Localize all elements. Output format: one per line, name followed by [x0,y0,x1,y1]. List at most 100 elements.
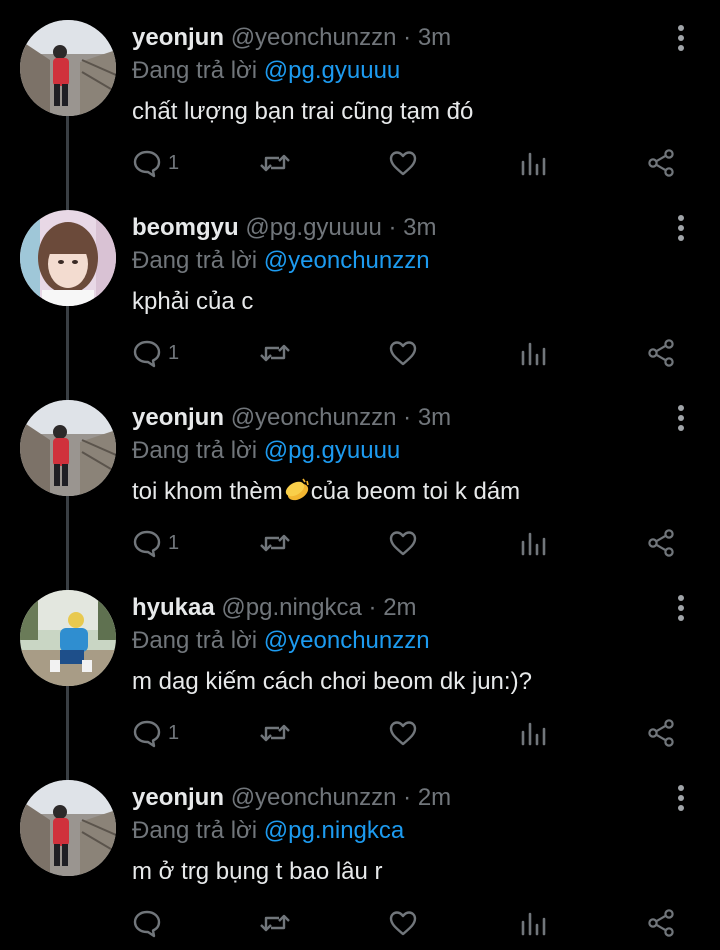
user-handle[interactable]: @yeonchunzzn [231,24,397,51]
retweet-button[interactable] [258,906,292,940]
heart-icon [389,531,417,556]
tweet-header: yeonjun @yeonchunzzn · 2m [132,780,451,816]
user-handle[interactable]: @yeonchunzzn [231,404,397,431]
tweet-header: yeonjun @yeonchunzzn · 3m [132,20,451,56]
more-options-button[interactable] [666,22,696,54]
tweet-text: m ở trg bụng t bao lâu r [132,858,383,885]
retweet-icon [260,724,290,742]
tweet[interactable]: yeonjun @yeonchunzzn · 2m Đang trả lời @… [0,760,720,950]
views-button[interactable] [518,906,548,940]
more-options-button[interactable] [666,782,696,814]
retweet-button[interactable] [258,336,292,370]
reply-count: 1 [168,531,180,554]
heart-icon [389,721,417,746]
tweet-text: chất lượng bạn trai cũng tạm đó [132,98,474,125]
avatar[interactable] [20,780,116,876]
retweet-button[interactable] [258,526,292,560]
tweet-header: yeonjun @yeonchunzzn · 3m [132,400,451,436]
replying-to-line: Đang trả lời @pg.gyuuuu [132,54,400,88]
retweet-button[interactable] [258,146,292,180]
like-button[interactable] [388,336,418,370]
comment-bubble-icon [133,720,161,748]
mention-link[interactable]: @pg.ningkca [264,817,404,844]
separator-dot: · [388,214,397,241]
share-button[interactable] [646,336,676,370]
heart-icon [389,911,417,936]
replying-to-label: Đang trả lời [132,817,258,844]
like-button[interactable] [388,146,418,180]
more-options-button[interactable] [666,212,696,244]
bar-chart-icon [521,722,546,746]
tweet[interactable]: yeonjun @yeonchunzzn · 3m Đang trả lời @… [0,0,720,212]
replying-to-label: Đang trả lời [132,247,258,274]
retweet-icon [260,154,290,172]
mention-link[interactable]: @yeonchunzzn [264,627,430,654]
mention-link[interactable]: @yeonchunzzn [264,247,430,274]
share-button[interactable] [646,906,676,940]
mention-link[interactable]: @pg.gyuuuu [264,57,400,84]
retweet-button[interactable] [258,716,292,750]
replying-to-line: Đang trả lời @pg.gyuuuu [132,434,400,468]
replying-to-label: Đang trả lời [132,627,258,654]
display-name[interactable]: yeonjun [132,784,224,811]
reply-button[interactable]: 1 [132,336,179,370]
timestamp[interactable]: 3m [418,404,451,431]
action-bar: 1 [132,716,692,750]
user-handle[interactable]: @pg.gyuuuu [245,214,381,241]
separator-dot: · [368,594,377,621]
reply-button[interactable]: 1 [132,146,179,180]
separator-dot: · [403,404,412,431]
like-button[interactable] [388,906,418,940]
timestamp[interactable]: 3m [403,214,436,241]
share-icon [648,719,674,747]
views-button[interactable] [518,716,548,750]
retweet-icon [260,344,290,362]
comment-bubble-icon [133,910,161,938]
display-name[interactable]: yeonjun [132,404,224,431]
timestamp[interactable]: 2m [418,784,451,811]
reply-button[interactable] [132,906,168,940]
share-button[interactable] [646,526,676,560]
more-options-button[interactable] [666,402,696,434]
user-handle[interactable]: @pg.ningkca [221,594,361,621]
avatar[interactable] [20,210,116,306]
display-name[interactable]: yeonjun [132,24,224,51]
avatar[interactable] [20,590,116,686]
tweet[interactable]: hyukaa @pg.ningkca · 2m Đang trả lời @ye… [0,570,720,782]
bar-chart-icon [521,342,546,366]
separator-dot: · [403,24,412,51]
views-button[interactable] [518,336,548,370]
tweet[interactable]: yeonjun @yeonchunzzn · 3m Đang trả lời @… [0,380,720,592]
reply-button[interactable]: 1 [132,526,179,560]
avatar[interactable] [20,400,116,496]
like-button[interactable] [388,526,418,560]
reply-thread: yeonjun @yeonchunzzn · 3m Đang trả lời @… [0,0,720,938]
display-name[interactable]: hyukaa [132,594,215,621]
reply-count: 1 [168,151,180,174]
share-icon [648,339,674,367]
more-vertical-icon [678,405,684,431]
share-button[interactable] [646,716,676,750]
replying-to-line: Đang trả lời @yeonchunzzn [132,624,430,658]
tweet-header: hyukaa @pg.ningkca · 2m [132,590,417,626]
reply-button[interactable]: 1 [132,716,179,750]
like-button[interactable] [388,716,418,750]
tweet[interactable]: beomgyu @pg.gyuuuu · 3m Đang trả lời @ye… [0,190,720,402]
share-icon [648,909,674,937]
views-button[interactable] [518,526,548,560]
views-button[interactable] [518,146,548,180]
tweet-text: kphải của c [132,288,254,315]
tweet-text: m dag kiếm cách chơi beom dk jun:)? [132,668,532,695]
user-handle[interactable]: @yeonchunzzn [231,784,397,811]
comment-bubble-icon [133,530,161,558]
mention-link[interactable]: @pg.gyuuuu [264,437,400,464]
more-vertical-icon [678,25,684,51]
heart-icon [389,151,417,176]
display-name[interactable]: beomgyu [132,214,239,241]
timestamp[interactable]: 2m [383,594,416,621]
avatar[interactable] [20,20,116,116]
more-options-button[interactable] [666,592,696,624]
replying-to-label: Đang trả lời [132,57,258,84]
share-button[interactable] [646,146,676,180]
timestamp[interactable]: 3m [418,24,451,51]
